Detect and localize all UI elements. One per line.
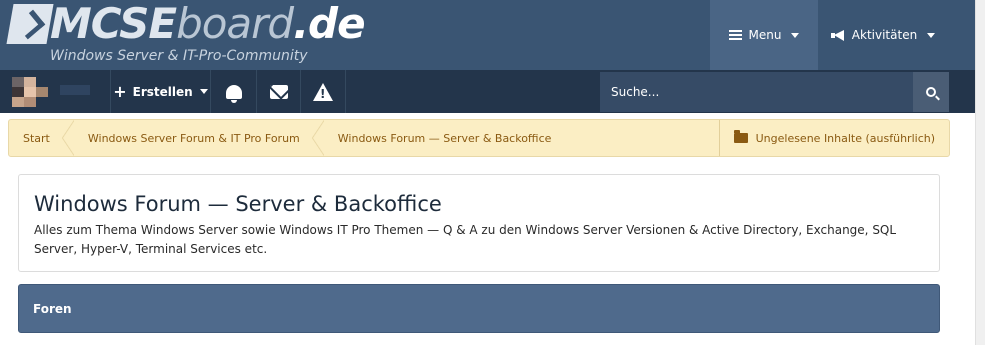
search-input[interactable]: Suche...: [600, 72, 913, 112]
search-icon: [926, 87, 936, 97]
chevron-down-icon: [927, 32, 936, 38]
breadcrumb-forum[interactable]: Windows Server Forum & IT Pro Forum: [74, 120, 324, 156]
page-title: Windows Forum — Server & Backoffice: [34, 192, 442, 216]
scrollbar[interactable]: [975, 0, 985, 345]
page-description: Alles zum Thema Windows Server sowie Win…: [34, 223, 897, 256]
forum-description-box: Windows Forum — Server & Backoffice Alle…: [18, 174, 940, 272]
unread-content-link[interactable]: Ungelesene Inhalte (ausführlich): [718, 120, 949, 156]
logo-mark-icon: [6, 4, 54, 44]
search-button[interactable]: [913, 72, 949, 112]
activity-label: Aktivitäten: [851, 28, 918, 42]
create-label: Erstellen: [132, 84, 193, 99]
site-logo[interactable]: MCSEboard.de Windows Server & IT-Pro-Com…: [6, 0, 366, 68]
avatar[interactable]: [12, 77, 48, 107]
bell-icon: [225, 84, 242, 103]
warning-icon: [313, 82, 333, 101]
breadcrumb-start[interactable]: Start: [9, 120, 74, 156]
chevron-down-icon: [791, 32, 800, 38]
megaphone-icon: [830, 30, 845, 41]
chevron-down-icon: [199, 89, 208, 94]
forums-section-header: Foren: [18, 284, 940, 333]
menu-label: Menu: [748, 28, 782, 42]
plus-icon: +: [113, 82, 127, 101]
envelope-icon: [269, 84, 288, 99]
create-button[interactable]: + Erstellen: [110, 70, 210, 113]
breadcrumb: Start Windows Server Forum & IT Pro Foru…: [8, 119, 950, 157]
inbox-button[interactable]: [256, 70, 300, 113]
username-redacted[interactable]: [60, 85, 90, 95]
logo-tagline: Windows Server & IT-Pro-Community: [50, 48, 308, 64]
menu-button[interactable]: Menu: [710, 0, 818, 70]
warnings-button[interactable]: [300, 70, 346, 113]
alerts-button[interactable]: [210, 70, 256, 113]
unread-label: Ungelesene Inhalte (ausführlich): [755, 131, 935, 145]
breadcrumb-current[interactable]: Windows Forum — Server & Backoffice: [324, 120, 576, 156]
logo-wordmark: MCSEboard.de: [50, 0, 366, 48]
site-header: MCSEboard.de Windows Server & IT-Pro-Com…: [0, 0, 975, 70]
hamburger-icon: [728, 30, 742, 40]
activity-button[interactable]: Aktivitäten: [820, 0, 946, 70]
folder-open-icon: [733, 130, 748, 143]
